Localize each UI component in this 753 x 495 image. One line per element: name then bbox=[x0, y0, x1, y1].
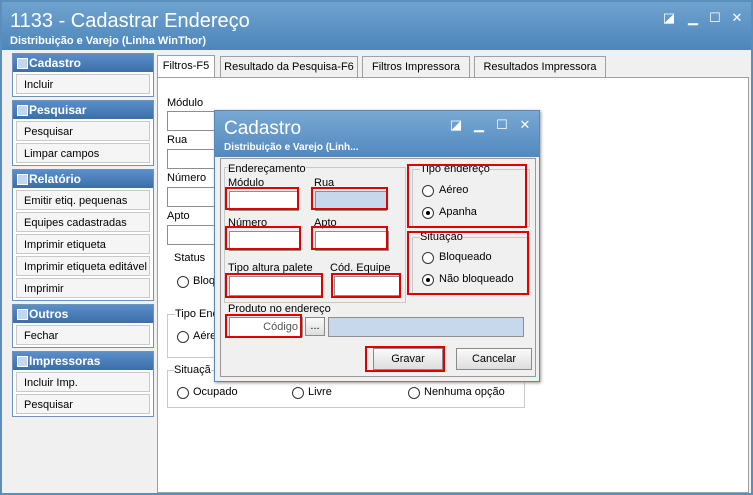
group-cadastro: Cadastro Incluir bbox=[12, 53, 154, 97]
group-title[interactable]: Relatório bbox=[13, 170, 153, 188]
close-icon[interactable]: ✕ bbox=[730, 11, 744, 25]
group-title[interactable]: Outros bbox=[13, 305, 153, 323]
pesquisar-imp-button[interactable]: Pesquisar bbox=[16, 394, 150, 414]
pesquisar-button[interactable]: Pesquisar bbox=[16, 121, 150, 141]
highlight-situacao bbox=[407, 231, 529, 295]
maximize-icon[interactable]: ☐ bbox=[495, 118, 509, 132]
situacao-radio-livre[interactable] bbox=[292, 387, 304, 399]
highlight-cod-equipe bbox=[331, 273, 401, 298]
tab-resultados-impressora[interactable]: Resultados Impressora bbox=[474, 56, 606, 77]
tipo-end-label: Tipo End bbox=[175, 308, 219, 320]
group-pesquisar: Pesquisar Pesquisar Limpar campos bbox=[12, 100, 154, 166]
minimize-icon[interactable]: ▁ bbox=[472, 118, 486, 132]
group-title[interactable]: Cadastro bbox=[13, 54, 153, 72]
situacao-option-livre: Livre bbox=[308, 386, 332, 398]
highlight-gravar bbox=[365, 346, 445, 372]
window-title: 1133 - Cadastrar Endereço bbox=[10, 10, 250, 32]
numero-label: Número bbox=[167, 172, 207, 184]
modulo-label: Módulo bbox=[167, 97, 204, 109]
situacao-option-ocupado: Ocupado bbox=[193, 386, 238, 398]
minimize-icon[interactable]: ▁ bbox=[686, 11, 700, 25]
group-relatorio: Relatório Emitir etiq. pequenas Equipes … bbox=[12, 169, 154, 301]
tab-filtros[interactable]: Filtros-F5 bbox=[157, 55, 215, 78]
highlight-codigo bbox=[225, 314, 302, 338]
imprimir-etiqueta-editavel-button[interactable]: Imprimir etiqueta editável bbox=[16, 256, 150, 276]
group-title[interactable]: Impressoras bbox=[13, 352, 153, 370]
maximize-icon[interactable]: ☐ bbox=[708, 11, 722, 25]
highlight-modulo bbox=[225, 187, 299, 210]
group-title[interactable]: Pesquisar bbox=[13, 101, 153, 119]
group-impressoras: Impressoras Incluir Imp. Pesquisar bbox=[12, 351, 154, 417]
produto-description-field bbox=[328, 317, 524, 337]
apto-input[interactable] bbox=[167, 225, 219, 245]
dialog-titlebar: Cadastro Distribuição e Varejo (Linh... … bbox=[215, 111, 539, 157]
situacao-option-nenhuma: Nenhuma opção bbox=[424, 386, 505, 398]
highlight-rua bbox=[311, 187, 388, 210]
status-radio[interactable] bbox=[177, 276, 189, 288]
situacao-label: Situaçã bbox=[174, 364, 211, 376]
browse-button[interactable]: ... bbox=[305, 317, 325, 336]
cancelar-button[interactable]: Cancelar bbox=[456, 348, 532, 370]
dialog-subtitle: Distribuição e Varejo (Linh... bbox=[224, 142, 359, 153]
tab-filtros-impressora[interactable]: Filtros Impressora bbox=[362, 56, 470, 77]
highlight-tipo-endereco bbox=[407, 164, 527, 228]
dialog-title: Cadastro bbox=[224, 118, 302, 139]
imprimir-etiqueta-button[interactable]: Imprimir etiqueta bbox=[16, 234, 150, 254]
incluir-button[interactable]: Incluir bbox=[16, 74, 150, 94]
emitir-etiq-button[interactable]: Emitir etiq. pequenas bbox=[16, 190, 150, 210]
rua-label: Rua bbox=[167, 134, 188, 146]
apto-label: Apto bbox=[167, 210, 190, 222]
status-label: Status bbox=[174, 252, 206, 264]
limpar-campos-button[interactable]: Limpar campos bbox=[16, 143, 150, 163]
restore-icon[interactable]: ◪ bbox=[662, 11, 676, 25]
fechar-button[interactable]: Fechar bbox=[16, 325, 150, 345]
incluir-imp-button[interactable]: Incluir Imp. bbox=[16, 372, 150, 392]
situacao-radio-nenhuma[interactable] bbox=[408, 387, 420, 399]
tipo-end-radio[interactable] bbox=[177, 331, 189, 343]
highlight-numero bbox=[225, 226, 301, 250]
situacao-radio-ocupado[interactable] bbox=[177, 387, 189, 399]
close-icon[interactable]: ✕ bbox=[518, 118, 532, 132]
rua-input[interactable] bbox=[167, 149, 219, 169]
group-outros: Outros Fechar bbox=[12, 304, 154, 348]
tipo-end-option-label: Aére bbox=[193, 330, 217, 342]
enderecamento-label: Endereçamento bbox=[228, 163, 306, 175]
sidebar: Cadastro Incluir Pesquisar Pesquisar Lim… bbox=[12, 53, 154, 420]
highlight-tipo-altura bbox=[225, 273, 323, 298]
numero-input[interactable] bbox=[167, 187, 219, 207]
tab-resultado-pesquisa[interactable]: Resultado da Pesquisa-F6 bbox=[220, 56, 358, 77]
window-subtitle: Distribuição e Varejo (Linha WinThor) bbox=[10, 35, 207, 47]
highlight-apto bbox=[311, 226, 388, 250]
window-titlebar: 1133 - Cadastrar Endereço Distribuição e… bbox=[2, 2, 751, 50]
restore-icon[interactable]: ◪ bbox=[449, 118, 463, 132]
imprimir-button[interactable]: Imprimir bbox=[16, 278, 150, 298]
equipes-cadastradas-button[interactable]: Equipes cadastradas bbox=[16, 212, 150, 232]
